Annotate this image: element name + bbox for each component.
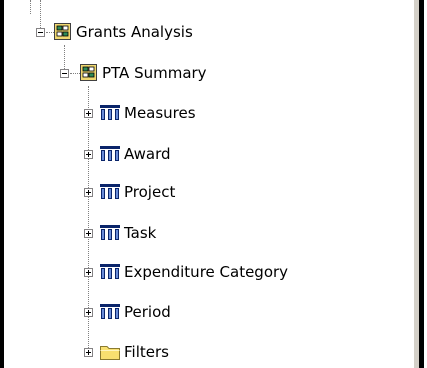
tree-node-pta-summary[interactable]: PTA Summary	[0, 63, 410, 85]
cube-folder-icon	[80, 64, 98, 86]
expand-toggle[interactable]	[84, 308, 93, 317]
tree-node-label: Expenditure Category	[124, 263, 289, 281]
expand-toggle[interactable]	[84, 188, 93, 197]
tree-node-period[interactable]: Period	[0, 302, 410, 324]
tree-node-filters[interactable]: Filters	[0, 342, 410, 364]
expand-toggle[interactable]	[84, 348, 93, 357]
tree-node-project[interactable]: Project	[0, 182, 410, 204]
dimension-icon	[100, 225, 120, 245]
expand-toggle[interactable]	[84, 268, 93, 277]
frame-right-border	[419, 0, 424, 368]
tree-node-label: Filters	[124, 343, 169, 361]
tree-node-grants-analysis[interactable]: Grants Analysis	[0, 22, 410, 44]
tree-node-label: Task	[124, 224, 157, 242]
expand-toggle[interactable]	[84, 109, 93, 118]
dimension-icon	[100, 146, 120, 166]
tree-node-label: Period	[124, 303, 171, 321]
tree-node-award[interactable]: Award	[0, 144, 410, 166]
dimension-icon	[100, 264, 120, 284]
expand-toggle[interactable]	[84, 229, 93, 238]
tree-node-task[interactable]: Task	[0, 223, 410, 245]
tree-connector	[30, 0, 31, 14]
folder-icon	[100, 344, 120, 364]
dimension-icon	[100, 304, 120, 324]
collapse-toggle[interactable]	[36, 28, 45, 37]
tree-node-label: Measures	[124, 104, 196, 122]
tree-node-measures[interactable]: Measures	[0, 103, 410, 125]
tree-node-label: Award	[124, 145, 171, 163]
tree-node-label: PTA Summary	[102, 64, 207, 82]
cube-folder-icon	[54, 23, 72, 45]
dimension-icon	[100, 105, 120, 125]
tree-node-label: Project	[124, 183, 176, 201]
collapse-toggle[interactable]	[60, 69, 69, 78]
tree-node-expenditure-category[interactable]: Expenditure Category	[0, 262, 410, 284]
dimension-icon	[100, 184, 120, 204]
tree-node-label: Grants Analysis	[76, 23, 193, 41]
expand-toggle[interactable]	[84, 150, 93, 159]
